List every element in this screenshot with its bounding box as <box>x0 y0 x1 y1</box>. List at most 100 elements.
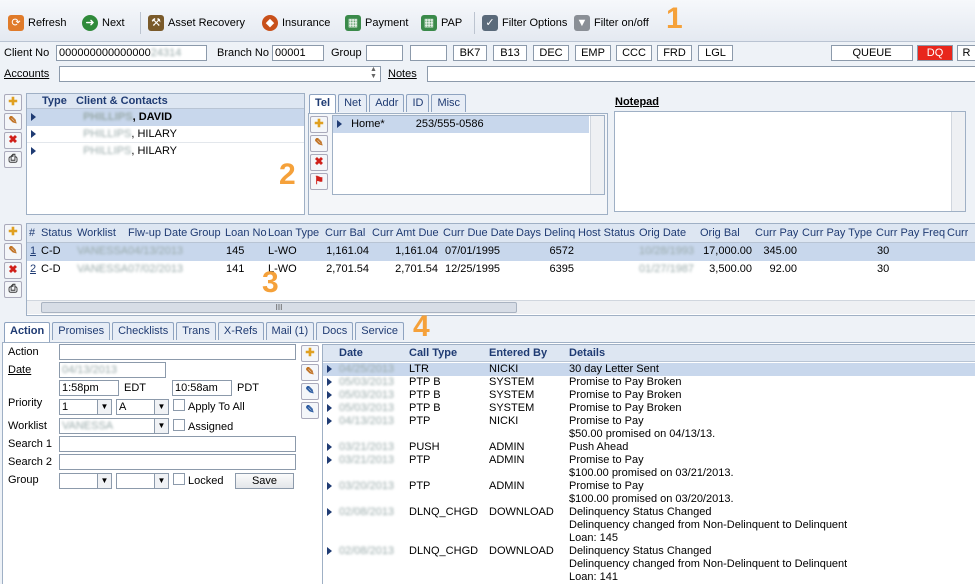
assigned-checkbox[interactable] <box>173 419 185 431</box>
notes-field[interactable] <box>427 66 975 82</box>
payment-button[interactable]: ▦ Payment <box>345 15 408 31</box>
history-row[interactable]: 04/13/2013 PTP NICKI Promise to Pay $50.… <box>323 415 975 441</box>
search2-field[interactable] <box>59 454 296 470</box>
time-client-field[interactable]: 10:58am <box>172 380 232 396</box>
new-contact-icon[interactable]: ✚ <box>4 94 22 111</box>
loan-row[interactable]: 2 C-D VANESSA 07/02/2013 141 L-WO 2,701.… <box>27 261 975 279</box>
delete-phone-icon[interactable]: ✖ <box>310 154 328 171</box>
code-b13-button[interactable]: B13 <box>493 45 527 61</box>
accounts-field[interactable] <box>59 66 381 82</box>
tab-service[interactable]: Service <box>355 322 404 340</box>
tab-docs[interactable]: Docs <box>316 322 354 340</box>
tab-mail[interactable]: Mail (1) <box>265 322 315 340</box>
filter-onoff-button[interactable]: ▼ Filter on/off <box>574 15 649 31</box>
search1-field[interactable] <box>59 436 296 452</box>
code-ccc-button[interactable]: CCC <box>616 45 652 61</box>
history-grid: Date Call Type Entered By Details 04/25/… <box>322 344 975 584</box>
delete-loan-icon[interactable]: ✖ <box>4 262 22 279</box>
phone-scrollbar[interactable] <box>590 116 604 194</box>
code-emp-button[interactable]: EMP <box>575 45 611 61</box>
edit-loan-icon[interactable]: ✎ <box>4 243 22 260</box>
client-no-field[interactable]: 00000000000000024314 <box>56 45 207 61</box>
loan-row[interactable]: 1 C-D VANESSA 04/13/2013 145 L-WO 1,161.… <box>27 243 975 261</box>
priority-select[interactable]: 1 ▼ <box>59 399 112 415</box>
history-row[interactable]: 03/20/2013 PTP ADMIN Promise to Pay $100… <box>323 480 975 506</box>
tab-id[interactable]: ID <box>406 94 430 112</box>
contact-row[interactable]: PHILLIPS, HILARY <box>27 143 304 160</box>
history-row[interactable]: 03/21/2013 PTP ADMIN Promise to Pay $100… <box>323 454 975 480</box>
tab-net[interactable]: Net <box>338 94 368 112</box>
insurance-icon: ◆ <box>262 15 278 31</box>
time-local-field[interactable]: 1:58pm <box>59 380 119 396</box>
phone-row[interactable]: Home* 253/555-0586 <box>333 116 589 133</box>
group-field-1[interactable] <box>366 45 403 61</box>
accounts-spin-icon[interactable]: ▲ ▼ <box>370 66 377 80</box>
print-contact-icon[interactable]: ⎙ <box>4 151 22 168</box>
history-toolbar: ✚ ✎ ✎ ✎ <box>301 345 321 419</box>
group-select-1[interactable]: ▼ <box>59 473 112 489</box>
group-select-2[interactable]: ▼ <box>116 473 169 489</box>
save-button[interactable]: Save <box>235 473 294 489</box>
notes-link[interactable]: Notes <box>388 68 417 80</box>
apply-all-checkbox[interactable] <box>173 399 185 411</box>
loans-scroll-thumb[interactable]: III <box>41 302 517 313</box>
code-bk7-button[interactable]: BK7 <box>453 45 487 61</box>
edit-note-icon[interactable]: ✎ <box>301 364 319 381</box>
tab-checklists[interactable]: Checklists <box>112 322 175 340</box>
refresh-button[interactable]: ⟳ Refresh <box>8 15 67 31</box>
loans-hscrollbar[interactable]: III <box>27 300 975 314</box>
edit-contact-icon[interactable]: ✎ <box>4 113 22 130</box>
history-row[interactable]: 03/21/2013 PUSH ADMIN Push Ahead <box>323 441 975 454</box>
new-loan-icon[interactable]: ✚ <box>4 224 22 241</box>
loans-toolbar: ✚ ✎ ✖ ⎙ <box>4 224 24 298</box>
contacts-toolbar: ✚ ✎ ✖ ⎙ <box>4 94 24 168</box>
filter-options-button[interactable]: ✓ Filter Options <box>482 15 567 31</box>
accounts-link[interactable]: Accounts <box>4 68 49 80</box>
print-loan-icon[interactable]: ⎙ <box>4 281 22 298</box>
history-row[interactable]: 02/08/2013 DLNQ_CHGD DOWNLOAD Delinquenc… <box>323 545 975 584</box>
r-button[interactable]: R <box>957 45 975 61</box>
history-row[interactable]: 02/08/2013 DLNQ_CHGD DOWNLOAD Delinquenc… <box>323 506 975 545</box>
notepad-scrollbar[interactable] <box>951 112 965 211</box>
history-row[interactable]: 04/25/2013 LTR NICKI 30 day Letter Sent <box>323 363 975 376</box>
code-frd-button[interactable]: FRD <box>657 45 692 61</box>
contact-row[interactable]: PHILLIPS, HILARY <box>27 126 304 143</box>
tab-misc[interactable]: Misc <box>431 94 467 112</box>
date-field[interactable]: 04/13/2013 <box>59 362 166 378</box>
view-note-icon[interactable]: ✎ <box>301 402 319 419</box>
tab-promises[interactable]: Promises <box>52 322 111 340</box>
chevron-down-icon: ▼ <box>97 474 111 488</box>
worklist-select[interactable]: VANESSA ▼ <box>59 418 169 434</box>
locked-checkbox[interactable] <box>173 473 185 485</box>
history-row[interactable]: 05/03/2013 PTP B SYSTEM Promise to Pay B… <box>323 402 975 415</box>
flag-phone-icon[interactable]: ⚑ <box>310 173 328 190</box>
tab-xrefs[interactable]: X-Refs <box>217 322 264 340</box>
action-field[interactable] <box>59 344 296 360</box>
notepad-textarea[interactable] <box>614 111 966 212</box>
priority-letter-select[interactable]: A ▼ <box>116 399 169 415</box>
asset-recovery-button[interactable]: ⚒ Asset Recovery <box>148 15 245 31</box>
new-phone-icon[interactable]: ✚ <box>310 116 328 133</box>
tab-trans[interactable]: Trans <box>176 322 216 340</box>
date-link[interactable]: Date <box>8 364 31 376</box>
tab-tel[interactable]: Tel <box>309 94 337 114</box>
group-field-2[interactable] <box>410 45 447 61</box>
branch-no-field[interactable]: 00001 <box>272 45 324 61</box>
history-row[interactable]: 05/03/2013 PTP B SYSTEM Promise to Pay B… <box>323 376 975 389</box>
tab-addr[interactable]: Addr <box>369 94 405 112</box>
edit-phone-icon[interactable]: ✎ <box>310 135 328 152</box>
code-lgl-button[interactable]: LGL <box>698 45 733 61</box>
copy-note-icon[interactable]: ✎ <box>301 383 319 400</box>
insurance-button[interactable]: ◆ Insurance <box>262 15 330 31</box>
delete-contact-icon[interactable]: ✖ <box>4 132 22 149</box>
queue-button[interactable]: QUEUE <box>831 45 913 61</box>
history-row[interactable]: 05/03/2013 PTP B SYSTEM Promise to Pay B… <box>323 389 975 402</box>
tab-action[interactable]: Action <box>4 322 51 342</box>
row-pointer-icon <box>327 391 332 399</box>
pap-button[interactable]: ▦ PAP <box>421 15 462 31</box>
dq-badge[interactable]: DQ <box>917 45 953 61</box>
new-note-icon[interactable]: ✚ <box>301 345 319 362</box>
code-dec-button[interactable]: DEC <box>533 45 569 61</box>
next-button[interactable]: ➜ Next <box>82 15 125 31</box>
contact-row[interactable]: PHILLIPS, DAVID <box>27 109 304 126</box>
